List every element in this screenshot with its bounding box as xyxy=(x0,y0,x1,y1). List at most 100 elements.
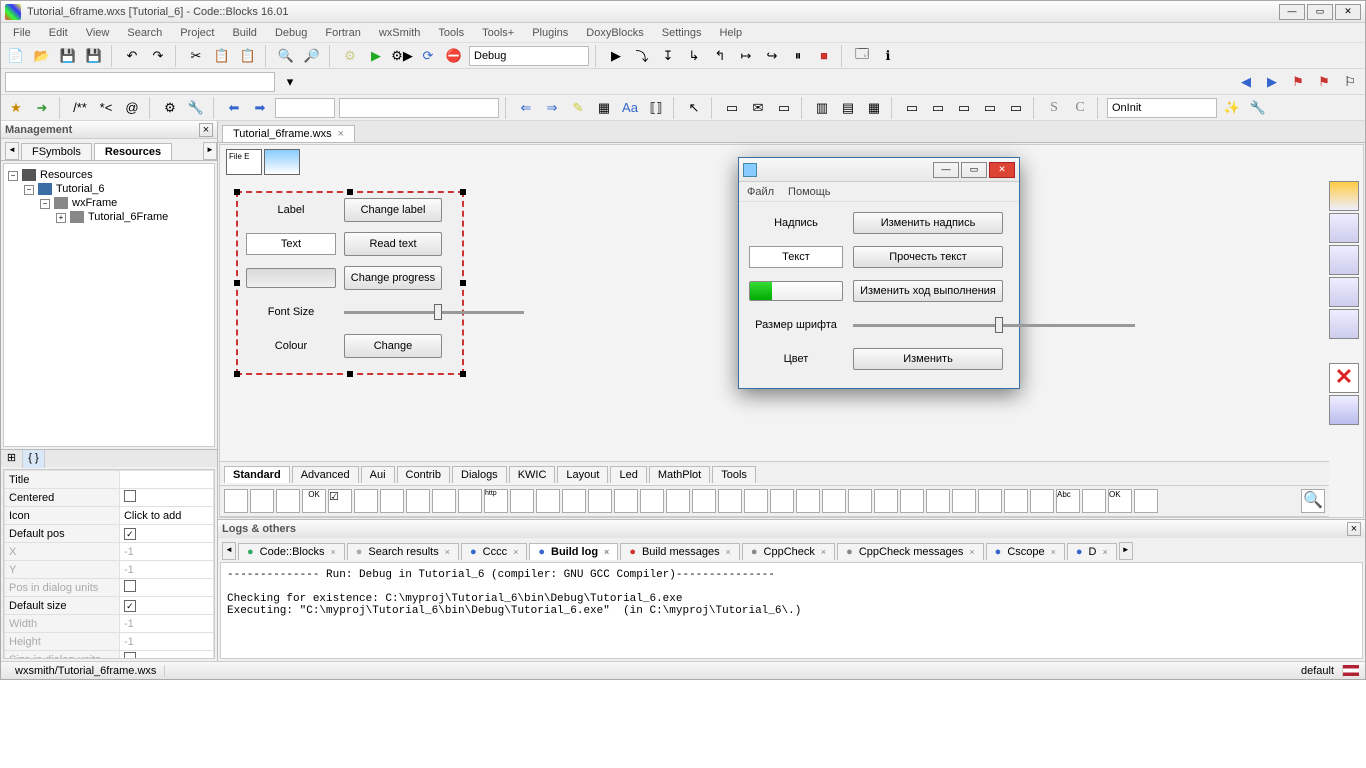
dialog-minimize-button[interactable]: — xyxy=(933,162,959,178)
layout8-icon[interactable]: ▭ xyxy=(1005,97,1027,119)
new-file-icon[interactable]: 📄 xyxy=(5,45,27,67)
run-btn-change-progress[interactable]: Изменить ход выполнения xyxy=(853,280,1003,302)
palette-item[interactable] xyxy=(926,489,950,513)
prop-value[interactable]: -1 xyxy=(119,615,213,633)
side-preview-icon[interactable] xyxy=(1329,395,1359,425)
palette-item[interactable] xyxy=(432,489,456,513)
prop-checkbox[interactable]: ✓ xyxy=(124,528,136,540)
nav-back-icon[interactable]: ⬅ xyxy=(223,97,245,119)
minimize-button[interactable]: — xyxy=(1279,4,1305,20)
design-slider-thumb[interactable] xyxy=(434,304,442,320)
search-combo[interactable] xyxy=(5,72,275,92)
palette-item[interactable] xyxy=(666,489,690,513)
palette-item[interactable] xyxy=(536,489,560,513)
debug-continue-icon[interactable]: ▶ xyxy=(605,45,627,67)
find-icon[interactable]: 🔍 xyxy=(275,45,297,67)
rebuild-icon[interactable]: ⟳ xyxy=(417,45,439,67)
palette-item[interactable] xyxy=(510,489,534,513)
dropdown-icon[interactable]: ▾ xyxy=(279,71,301,93)
design-input-text[interactable] xyxy=(246,233,336,255)
dialog-maximize-button[interactable]: ▭ xyxy=(961,162,987,178)
side-arrow3-icon[interactable] xyxy=(1329,277,1359,307)
palette-tab-led[interactable]: Led xyxy=(610,466,646,483)
side-cursor-icon[interactable] xyxy=(1329,181,1359,211)
menu-build[interactable]: Build xyxy=(224,25,264,41)
menu-search[interactable]: Search xyxy=(119,25,170,41)
palette-item[interactable] xyxy=(978,489,1002,513)
side-arrow4-icon[interactable] xyxy=(1329,309,1359,339)
palette-item[interactable] xyxy=(744,489,768,513)
palette-item[interactable] xyxy=(250,489,274,513)
prop-value[interactable]: -1 xyxy=(119,561,213,579)
property-grid[interactable]: TitleCenteredIconClick to addDefault pos… xyxy=(3,469,215,659)
side-arrow1-icon[interactable] xyxy=(1329,213,1359,243)
run-input-text[interactable] xyxy=(749,246,843,268)
run-btn-read-text[interactable]: Прочесть текст xyxy=(853,246,1003,268)
palette-tab-mathplot[interactable]: MathPlot xyxy=(649,466,710,483)
layout5-icon[interactable]: ▭ xyxy=(927,97,949,119)
palette-item[interactable] xyxy=(406,489,430,513)
select-icon[interactable]: ▦ xyxy=(593,97,615,119)
log-tab-close-icon[interactable]: × xyxy=(969,547,974,557)
propgrid-cat-icon[interactable]: ⊞ xyxy=(1,450,23,468)
palette-item[interactable] xyxy=(874,489,898,513)
palette-item[interactable] xyxy=(692,489,716,513)
layout1-icon[interactable]: ▥ xyxy=(811,97,833,119)
log-tab-close-icon[interactable]: × xyxy=(1051,547,1056,557)
palette-item[interactable] xyxy=(562,489,586,513)
wxsmith-designer[interactable]: File E LabelChange label Read text Chang… xyxy=(219,144,1364,518)
tree-frameleaf[interactable]: Tutorial_6Frame xyxy=(88,211,168,223)
menu-edit[interactable]: Edit xyxy=(41,25,76,41)
design-label-fontsize[interactable]: Font Size xyxy=(246,306,336,318)
undo-icon[interactable]: ↶ xyxy=(121,45,143,67)
step-into-icon[interactable]: ↳ xyxy=(683,45,705,67)
save-icon[interactable]: 💾 xyxy=(57,45,79,67)
design-frame[interactable]: LabelChange label Read text Change progr… xyxy=(236,191,464,375)
management-close-icon[interactable]: × xyxy=(199,123,213,137)
align3-icon[interactable]: ▭ xyxy=(773,97,795,119)
layout7-icon[interactable]: ▭ xyxy=(979,97,1001,119)
run-slider-thumb[interactable] xyxy=(995,317,1003,333)
build-log-output[interactable]: -------------- Run: Debug in Tutorial_6 … xyxy=(220,562,1363,659)
dialog-close-button[interactable]: ✕ xyxy=(989,162,1015,178)
palette-item[interactable]: OK xyxy=(302,489,326,513)
palette-item[interactable] xyxy=(848,489,872,513)
wrench-icon[interactable]: 🔧 xyxy=(185,97,207,119)
layout4-icon[interactable]: ▭ xyxy=(901,97,923,119)
prop-value[interactable] xyxy=(119,471,213,489)
info-icon[interactable]: ℹ xyxy=(877,45,899,67)
replace-icon[interactable]: 🔎 xyxy=(301,45,323,67)
log-tab[interactable]: ●CppCheck× xyxy=(742,543,835,560)
palette-item[interactable] xyxy=(224,489,248,513)
insert-icon[interactable]: ➜ xyxy=(31,97,53,119)
palette-item[interactable] xyxy=(796,489,820,513)
wand-icon[interactable]: ✨ xyxy=(1221,97,1243,119)
runtime-dialog[interactable]: — ▭ ✕ Файл Помощь НадписьИзменить надпис… xyxy=(738,157,1020,389)
bookmark-prev-icon[interactable]: ◀ xyxy=(1235,71,1257,93)
prop-value[interactable]: ✓ xyxy=(119,597,213,615)
build-target-combo[interactable]: Debug xyxy=(469,46,589,66)
side-delete-icon[interactable]: ✕ xyxy=(1329,363,1359,393)
prop-value[interactable] xyxy=(119,489,213,507)
tab-resources[interactable]: Resources xyxy=(94,143,172,160)
c-icon[interactable]: C xyxy=(1069,97,1091,119)
palette-tab-contrib[interactable]: Contrib xyxy=(397,466,450,483)
palette-item[interactable] xyxy=(770,489,794,513)
paste-icon[interactable]: 📋 xyxy=(237,45,259,67)
prop-value[interactable]: -1 xyxy=(119,633,213,651)
palette-item[interactable]: Abc xyxy=(1056,489,1080,513)
nav-right-icon[interactable]: ⇒ xyxy=(541,97,563,119)
log-tab[interactable]: ●D× xyxy=(1067,543,1117,560)
propgrid-az-icon[interactable]: { } xyxy=(23,450,45,468)
language-flag-icon[interactable] xyxy=(1343,665,1359,676)
comment1-icon[interactable]: /** xyxy=(69,97,91,119)
palette-item[interactable] xyxy=(614,489,638,513)
at-icon[interactable]: @ xyxy=(121,97,143,119)
tree-root[interactable]: Resources xyxy=(40,169,93,181)
design-btn-read-text[interactable]: Read text xyxy=(344,232,442,256)
cursor-icon[interactable]: ↖ xyxy=(683,97,705,119)
bookmark-next-icon[interactable]: ▶ xyxy=(1261,71,1283,93)
log-tab[interactable]: ●CppCheck messages× xyxy=(837,543,983,560)
member-combo[interactable] xyxy=(339,98,499,118)
layout6-icon[interactable]: ▭ xyxy=(953,97,975,119)
